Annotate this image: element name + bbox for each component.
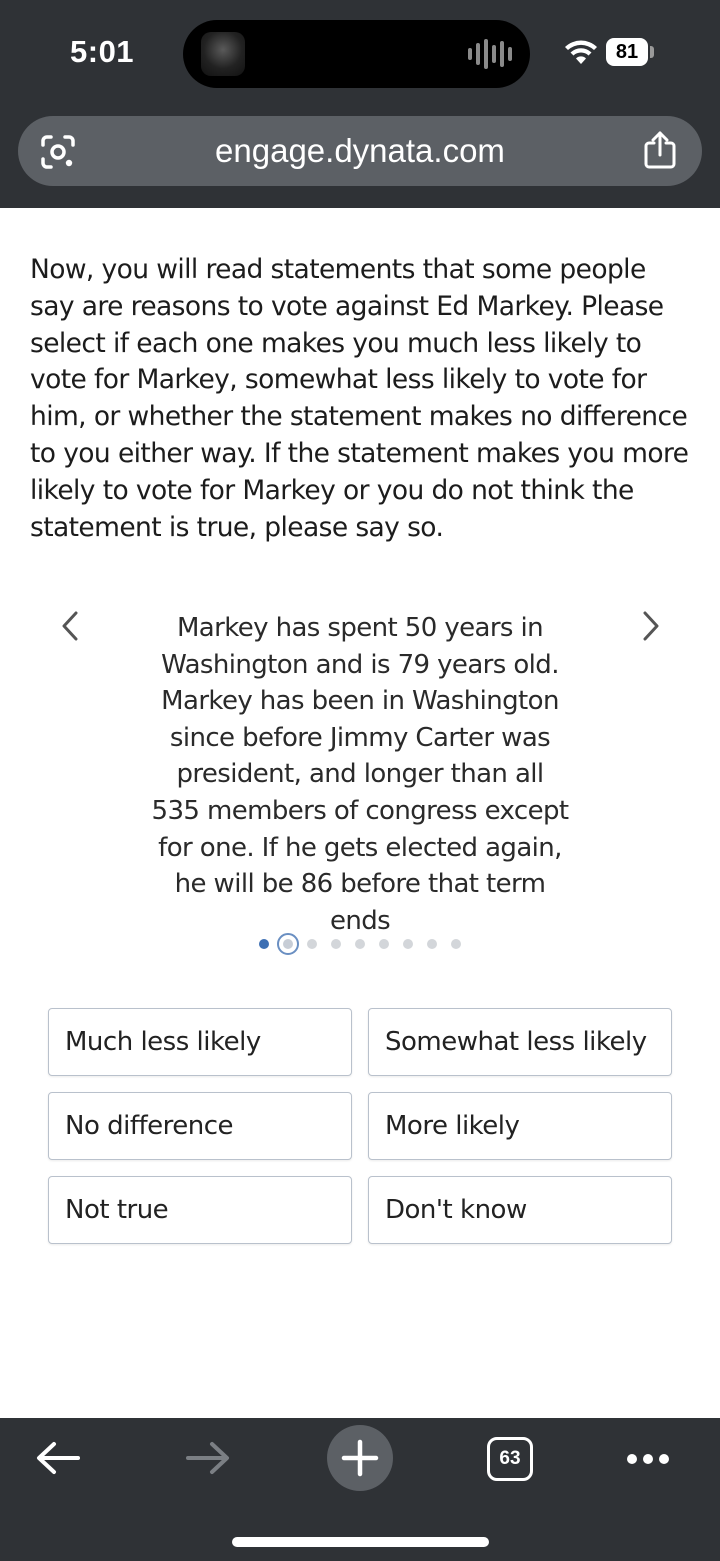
forward-arrow-icon[interactable] (184, 1438, 232, 1478)
now-playing-artwork (201, 32, 245, 76)
answer-dont-know[interactable]: Don't know (368, 1176, 672, 1244)
wifi-icon (565, 40, 597, 64)
dynamic-island (183, 20, 530, 88)
pagination-dot[interactable] (427, 939, 437, 949)
survey-instructions: Now, you will read statements that some … (30, 254, 689, 543)
pagination-dot[interactable] (331, 939, 341, 949)
battery-nub (650, 46, 654, 58)
pagination-dot[interactable] (403, 939, 413, 949)
answer-somewhat-less-likely[interactable]: Somewhat less likely (368, 1008, 672, 1076)
home-indicator[interactable] (232, 1537, 489, 1547)
plus-icon (341, 1439, 379, 1477)
share-icon[interactable] (642, 130, 678, 170)
more-options-icon[interactable] (626, 1453, 670, 1465)
statement-pagination (255, 932, 470, 956)
pagination-dot[interactable] (379, 939, 389, 949)
back-arrow-icon[interactable] (34, 1438, 82, 1478)
answer-more-likely[interactable]: More likely (368, 1092, 672, 1160)
pagination-dot[interactable] (451, 939, 461, 949)
new-tab-button[interactable] (327, 1425, 393, 1491)
statement-text: Markey has spent 50 years in Washington … (151, 613, 570, 936)
next-statement-chevron-icon[interactable] (636, 606, 666, 646)
pagination-dot[interactable] (259, 939, 269, 949)
answer-much-less-likely[interactable]: Much less likely (48, 1008, 352, 1076)
pagination-dot[interactable] (307, 939, 317, 949)
audio-waveform-icon (468, 38, 512, 70)
tab-switcher-button[interactable]: 63 (487, 1437, 533, 1481)
address-bar[interactable]: engage.dynata.com (18, 116, 702, 186)
previous-statement-chevron-icon[interactable] (55, 606, 85, 646)
url-text[interactable]: engage.dynata.com (18, 132, 702, 170)
pagination-dot[interactable] (355, 939, 365, 949)
pagination-dot-current[interactable] (277, 933, 299, 955)
answer-no-difference[interactable]: No difference (48, 1092, 352, 1160)
status-time: 5:01 (70, 34, 135, 69)
top-browser-chrome: 5:01 81 engage.dynata.com (0, 0, 720, 208)
battery-indicator: 81 (606, 38, 648, 66)
answer-not-true[interactable]: Not true (48, 1176, 352, 1244)
